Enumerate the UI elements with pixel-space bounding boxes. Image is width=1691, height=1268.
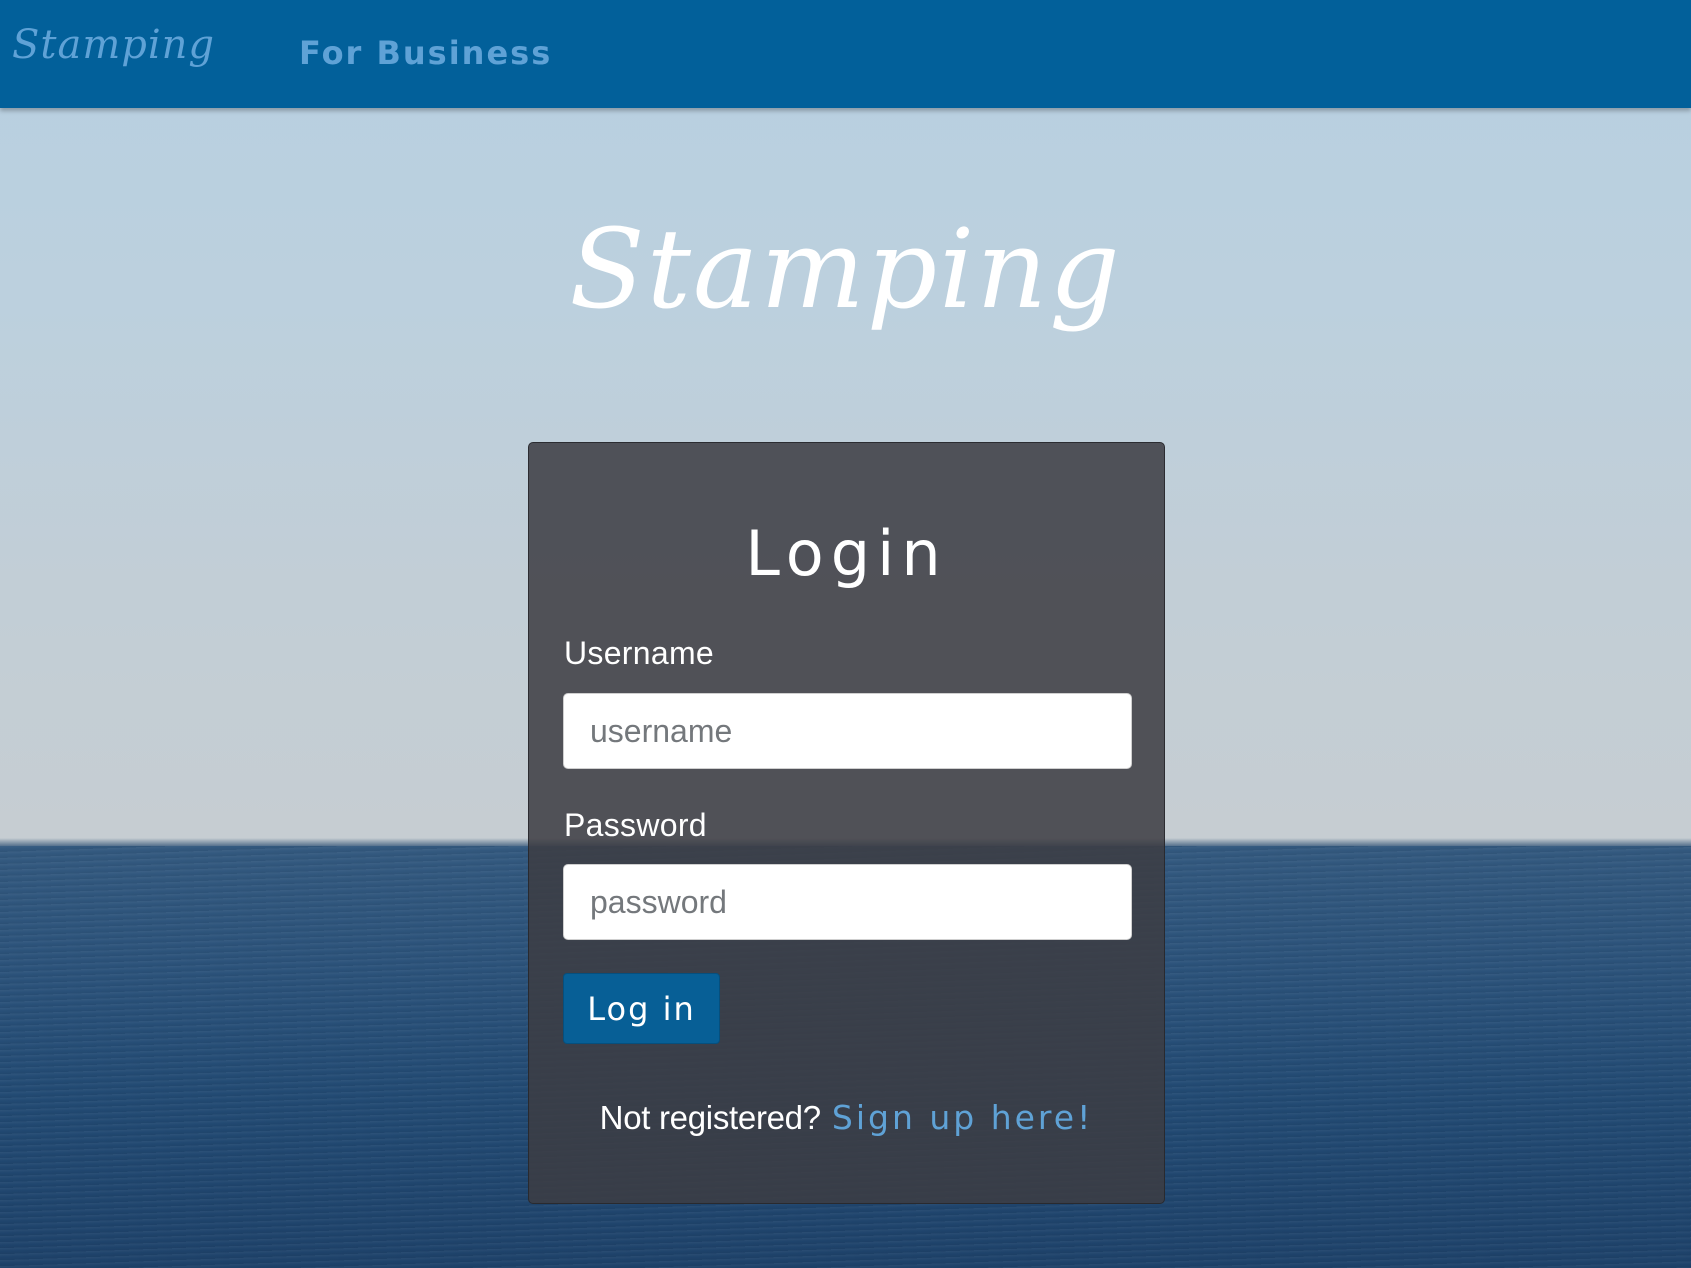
username-label: Username [564,635,715,671]
password-input[interactable] [563,864,1132,940]
navbar-brand-link[interactable]: Stamping [12,22,215,68]
signup-prompt-text: Not registered? [599,1099,821,1136]
top-navbar: Stamping For Business [0,0,1691,108]
login-card: Login Username Password Log in Not regis… [528,442,1165,1204]
signup-link[interactable]: Sign up here! [832,1098,1093,1137]
password-label: Password [564,807,707,843]
hero-logo-title: Stamping [569,205,1122,333]
signup-row: Not registered? Sign up here! [529,1098,1164,1137]
nav-link-for-business[interactable]: For Business [299,34,552,72]
username-input[interactable] [563,693,1132,769]
login-heading: Login [745,517,948,590]
login-button[interactable]: Log in [563,973,720,1044]
